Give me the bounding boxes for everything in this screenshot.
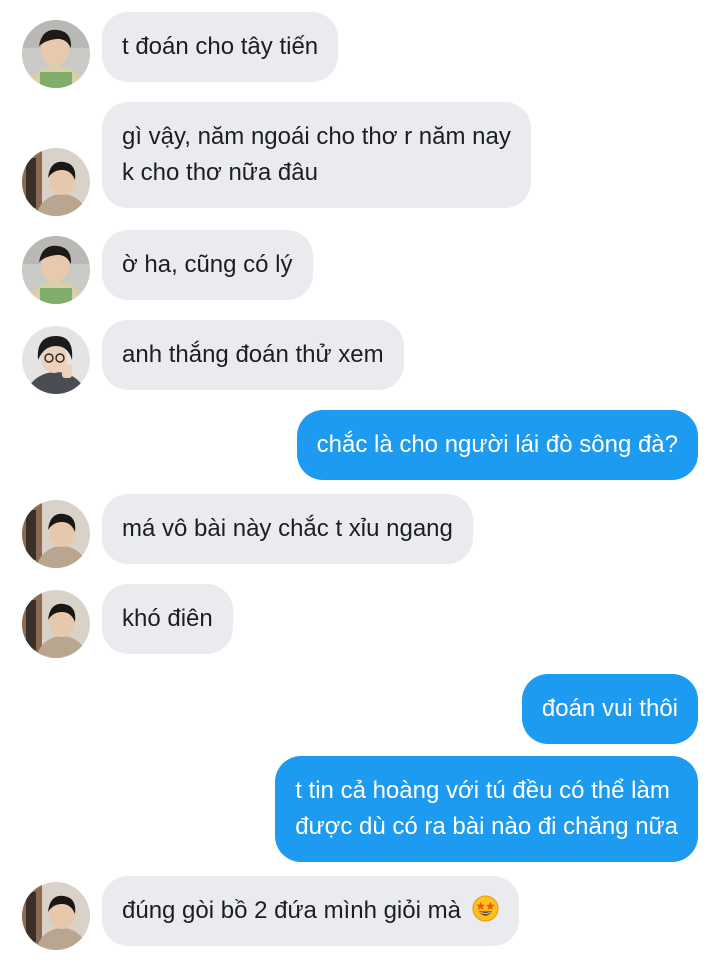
message-bubble[interactable]: t tin cả hoàng với tú đều có thể làm đượ…: [275, 756, 698, 862]
message-text: má vô bài này chắc t xỉu ngang: [122, 515, 453, 542]
message-text: k cho thơ nữa đâu: [122, 159, 318, 186]
message-text: chắc là cho người lái đò sông đà?: [316, 431, 678, 458]
avatar-2-image: [22, 882, 90, 950]
avatar[interactable]: [22, 882, 90, 950]
message-bubble[interactable]: gì vậy, năm ngoái cho thơ r năm nay k ch…: [102, 102, 531, 208]
message-text: ờ ha, cũng có lý: [122, 251, 293, 278]
chat-thread: t đoán cho tây tiến gì vậy, năm ngoái ch…: [0, 0, 720, 960]
avatar-2-image: [22, 590, 90, 658]
message-text: gì vậy, năm ngoái cho thơ r năm nay: [122, 123, 511, 150]
message-text: anh thắng đoán thử xem: [122, 341, 384, 368]
avatar-3-image: [22, 326, 90, 394]
message-text: đoán vui thôi: [541, 695, 678, 722]
message-line: đúng gòi bồ 2 đứa mình giỏi mà: [122, 893, 499, 929]
avatar-1-image: [22, 236, 90, 304]
avatar[interactable]: [22, 326, 90, 394]
avatar[interactable]: [22, 20, 90, 88]
message-text: khó điên: [122, 605, 213, 632]
message-text: được dù có ra bài nào đi chăng nữa: [295, 813, 678, 840]
message-text: t đoán cho tây tiến: [122, 33, 319, 60]
message-bubble[interactable]: anh thắng đoán thử xem: [102, 320, 404, 390]
avatar-2-image: [22, 148, 90, 216]
message-bubble[interactable]: t đoán cho tây tiến: [102, 12, 339, 82]
avatar[interactable]: [22, 236, 90, 304]
message-bubble[interactable]: má vô bài này chắc t xỉu ngang: [102, 494, 473, 564]
message-text: đúng gòi bồ 2 đứa mình giỏi mà: [122, 897, 461, 924]
avatar[interactable]: [22, 148, 90, 216]
message-bubble[interactable]: ờ ha, cũng có lý: [102, 230, 313, 300]
avatar[interactable]: [22, 500, 90, 568]
message-bubble[interactable]: khó điên: [102, 584, 233, 654]
avatar-2-image: [22, 500, 90, 568]
star-struck-emoji-icon: [472, 895, 499, 922]
message-bubble[interactable]: chắc là cho người lái đò sông đà?: [296, 410, 698, 480]
message-bubble[interactable]: đoán vui thôi: [521, 674, 698, 744]
avatar-1-image: [22, 20, 90, 88]
message-text: t tin cả hoàng với tú đều có thể làm: [295, 777, 670, 804]
avatar[interactable]: [22, 590, 90, 658]
message-bubble[interactable]: đúng gòi bồ 2 đứa mình giỏi mà: [102, 876, 519, 946]
